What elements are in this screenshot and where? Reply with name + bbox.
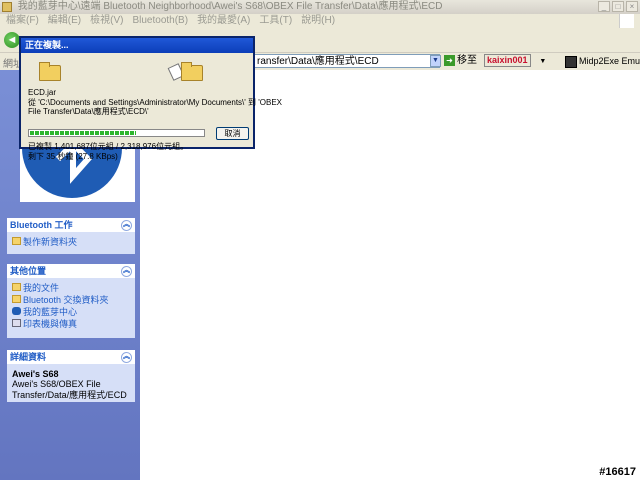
menu-view[interactable]: 檢視(V)	[90, 14, 123, 28]
printer-icon	[12, 319, 21, 327]
collapse-icon[interactable]: ︽	[121, 220, 132, 231]
windows-logo-icon	[619, 14, 634, 28]
time-remaining: 剩下 35 秒鐘 (27.8 KBps)	[28, 152, 118, 161]
menu-bluetooth[interactable]: Bluetooth(B)	[132, 14, 188, 28]
copy-destination-line: File Transfer\Data\應用程式\ECD\'	[28, 107, 149, 116]
menu-bar: 檔案(F) 編輯(E) 檢視(V) Bluetooth(B) 我的最愛(A) 工…	[0, 14, 640, 28]
other-places-panel: 其他位置 ︽ 我的文件 Bluetooth 交換資料夾 我的藍芽中心 印表機與傳…	[7, 264, 135, 338]
task-label: 製作新資料夾	[23, 236, 78, 247]
cancel-button[interactable]: 取消	[216, 127, 249, 140]
place-my-documents[interactable]: 我的文件	[12, 281, 130, 293]
place-label: 印表機與傳真	[23, 318, 78, 329]
back-button[interactable]: ◄	[4, 32, 20, 48]
place-my-bluetooth[interactable]: 我的藍芽中心	[12, 305, 130, 317]
panel-header[interactable]: 其他位置 ︽	[7, 264, 135, 278]
progress-fill	[30, 131, 136, 135]
copy-progress-bar	[28, 129, 205, 137]
menu-edit[interactable]: 編輯(E)	[48, 14, 81, 28]
panel-title: 詳細資料	[10, 352, 47, 362]
panel-title: Bluetooth 工作	[10, 220, 73, 230]
details-panel: 詳細資料 ︽ Awei's S68 Awei's S68/OBEX File T…	[7, 350, 135, 402]
midp-label: Midp2Exe Emulator	[579, 56, 640, 66]
folder-icon	[2, 2, 12, 12]
links-bar: kaixin001 ▼	[484, 54, 546, 68]
links-dropdown-icon[interactable]: ▼	[539, 58, 546, 65]
bluetooth-tasks-panel: Bluetooth 工作 ︽ 製作新資料夾	[7, 218, 135, 254]
kaixin-link[interactable]: kaixin001	[484, 54, 531, 67]
midp2exe-link[interactable]: Midp2Exe Emulator	[565, 54, 640, 68]
bytes-copied: 已複製 1,401,687位元組 / 2,318,976位元組。	[28, 142, 189, 151]
panel-header[interactable]: Bluetooth 工作 ︽	[7, 218, 135, 232]
copy-progress-dialog: 正在複製... ECD.jar 從 'C:\Documents and Sett…	[19, 36, 282, 161]
collapse-icon[interactable]: ︽	[121, 266, 132, 277]
panel-header[interactable]: 詳細資料 ︽	[7, 350, 135, 364]
maximize-button[interactable]: □	[612, 1, 624, 12]
panel-title: 其他位置	[10, 266, 47, 276]
copy-source-line: 從 'C:\Documents and Settings\Administrat…	[28, 98, 283, 107]
place-printers[interactable]: 印表機與傳真	[12, 317, 130, 329]
close-button[interactable]: ×	[626, 1, 638, 12]
minimize-button[interactable]: _	[598, 1, 610, 12]
bluetooth-icon	[12, 307, 21, 315]
my-documents-icon	[12, 283, 21, 291]
watermark: #16617	[599, 466, 636, 478]
window-title: 我的藍芽中心\遠端 Bluetooth Neighborhood\Awei's …	[17, 1, 443, 12]
file-name: ECD.jar	[28, 88, 57, 97]
dialog-title: 正在複製...	[21, 38, 253, 53]
detail-path: Awei's S68/OBEX File Transfer/Data/應用程式/…	[12, 379, 127, 400]
menu-tools[interactable]: 工具(T)	[259, 14, 292, 28]
title-bar: 我的藍芽中心\遠端 Bluetooth Neighborhood\Awei's …	[0, 0, 640, 14]
folder-icon	[12, 295, 21, 303]
vertical-scrollbar[interactable]	[626, 70, 640, 480]
menu-file[interactable]: 檔案(F)	[6, 14, 39, 28]
detail-name: Awei's S68	[12, 369, 59, 379]
collapse-icon[interactable]: ︽	[121, 352, 132, 363]
go-button[interactable]: ➜ 移至	[444, 54, 477, 68]
go-arrow-icon: ➜	[444, 54, 455, 66]
menu-favorites[interactable]: 我的最愛(A)	[197, 14, 250, 28]
address-dropdown-icon[interactable]: ▼	[430, 55, 441, 67]
new-folder-icon	[12, 237, 21, 245]
source-folder-icon	[39, 62, 61, 81]
go-label: 移至	[457, 55, 477, 66]
address-input[interactable]: ransfer\Data\應用程式\ECD	[254, 54, 440, 68]
place-bluetooth-exchange[interactable]: Bluetooth 交換資料夾	[12, 293, 130, 305]
destination-folder-icon	[181, 62, 203, 81]
menu-help[interactable]: 說明(H)	[301, 14, 335, 28]
window-controls: _ □ ×	[598, 1, 638, 12]
task-new-folder[interactable]: 製作新資料夾	[12, 235, 130, 247]
midp-icon	[565, 55, 577, 68]
